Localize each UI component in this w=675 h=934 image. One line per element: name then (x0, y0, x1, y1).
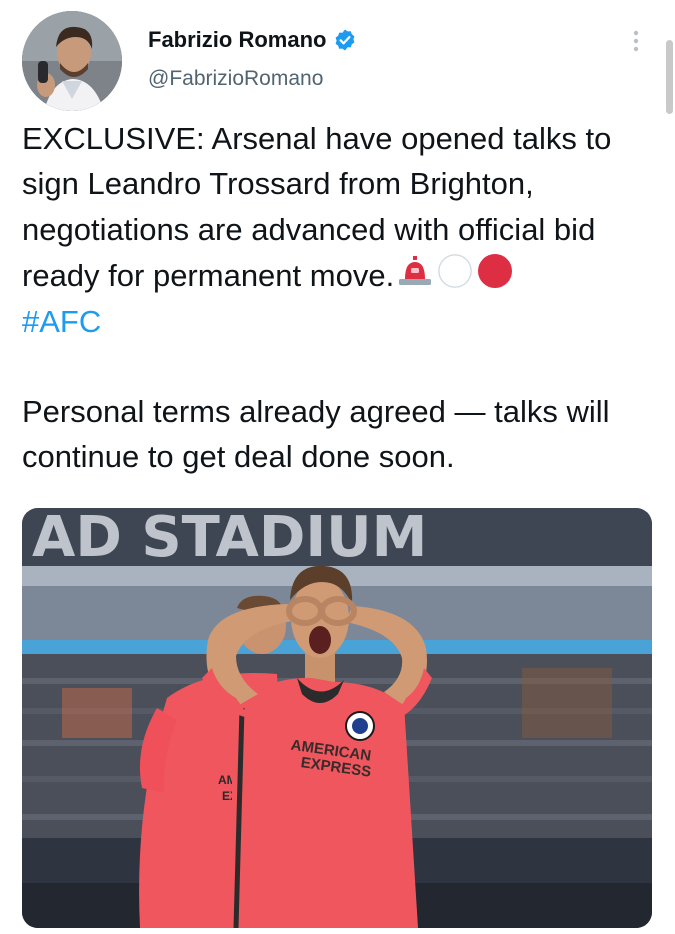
scrollbar-thumb[interactable] (666, 40, 673, 114)
red-circle-emoji (478, 254, 513, 289)
police-siren-emoji (399, 256, 432, 286)
white-circle-emoji (438, 254, 473, 289)
player-figure: AMERICAN EXPRESS (202, 565, 432, 928)
tweet-paragraph-1-text: EXCLUSIVE: Arsenal have opened talks to … (22, 121, 612, 294)
author-avatar[interactable] (22, 11, 122, 111)
verified-badge-icon (336, 29, 355, 51)
tweet-text: EXCLUSIVE: Arsenal have opened talks to … (22, 116, 652, 480)
author-display-name[interactable]: Fabrizio Romano (148, 27, 357, 53)
author-handle[interactable]: @FabrizioRomano (148, 67, 323, 91)
more-options-icon[interactable] (628, 28, 644, 56)
avatar-photo (22, 11, 122, 111)
hashtag-link[interactable]: #AFC (22, 304, 101, 339)
tweet-media-photo[interactable]: AD STADIUM AM EX AMERICAN EXPRESS (22, 508, 652, 928)
tweet-paragraph-2: Personal terms already agreed — talks wi… (22, 394, 610, 475)
tweet-paragraph-1: EXCLUSIVE: Arsenal have opened talks to … (22, 116, 652, 344)
display-name-text: Fabrizio Romano (148, 27, 327, 52)
football-celebration-photo: AD STADIUM AM EX AMERICAN EXPRESS (22, 508, 652, 928)
stadium-sign-text: AD STADIUM (32, 508, 427, 570)
